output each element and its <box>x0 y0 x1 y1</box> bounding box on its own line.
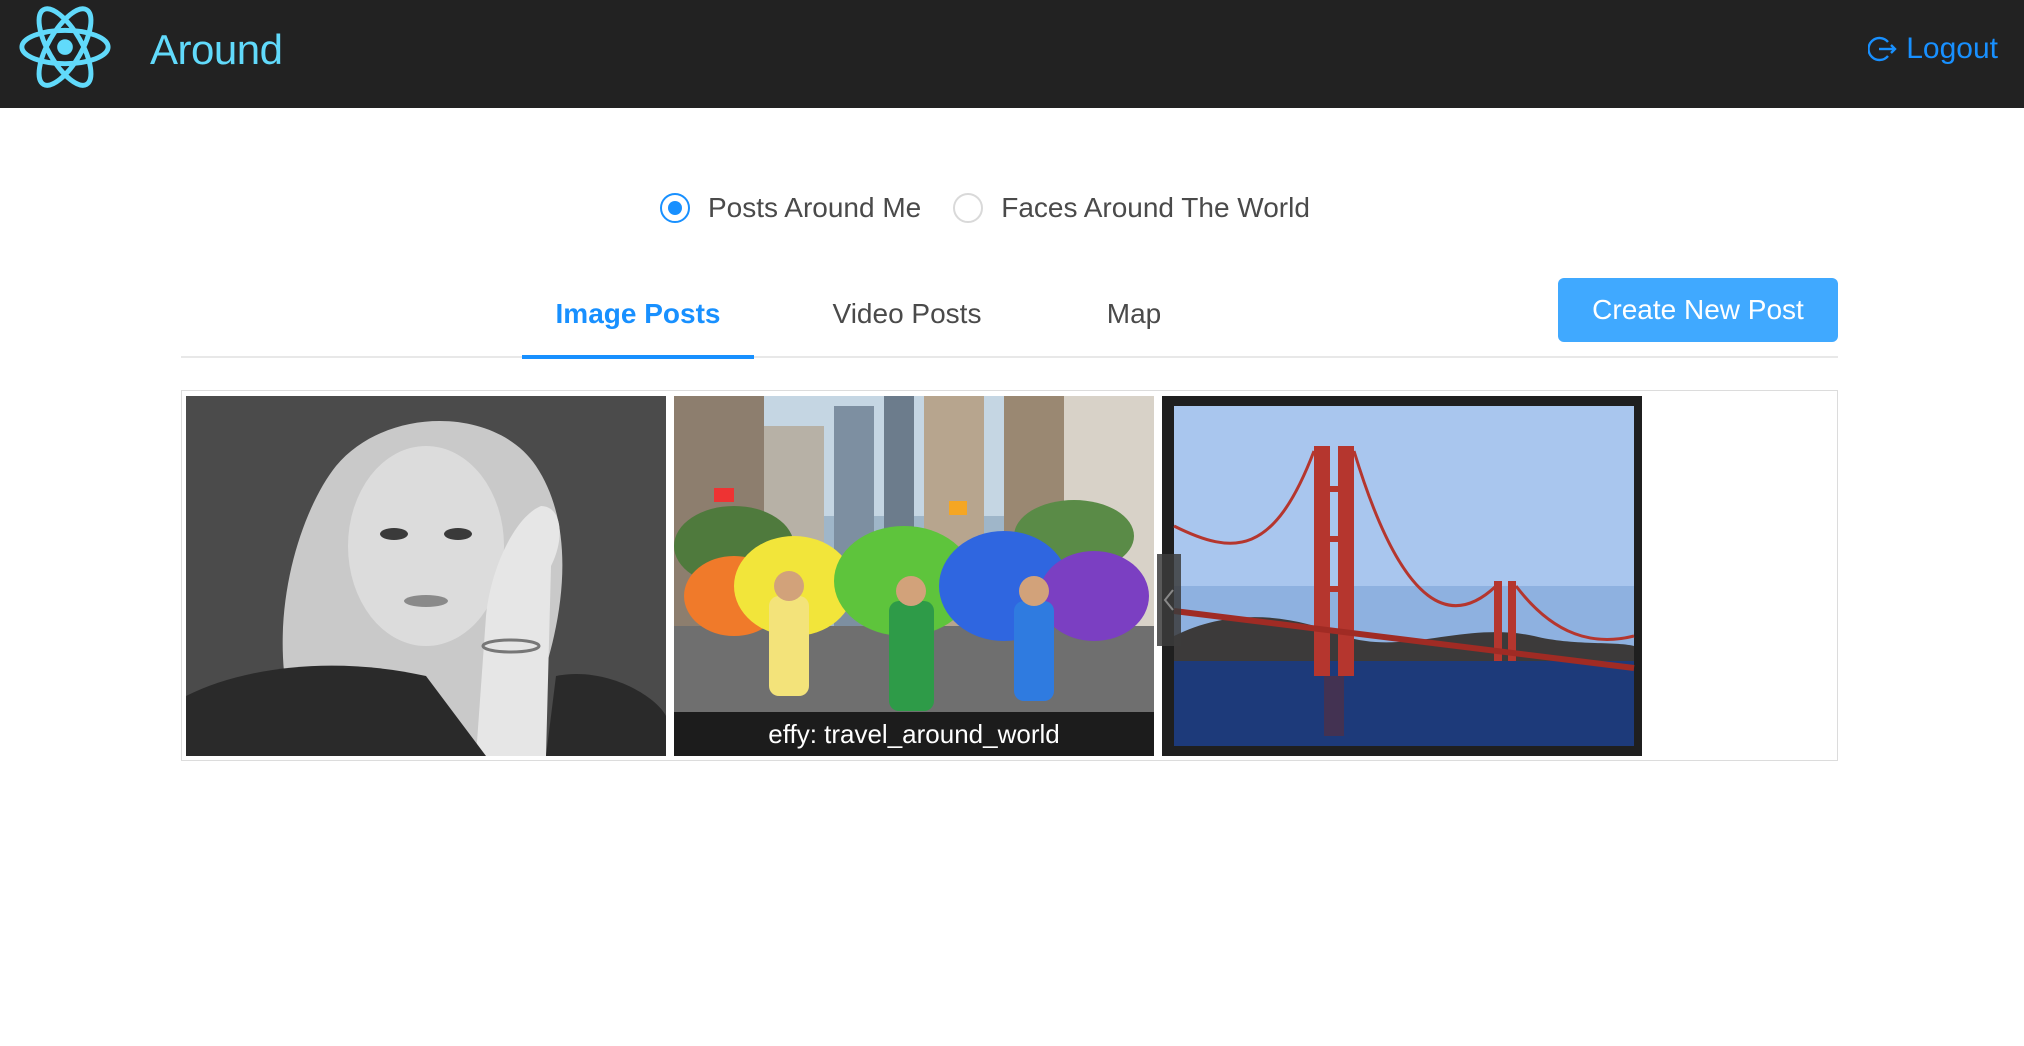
create-new-post-button[interactable]: Create New Post <box>1558 278 1838 342</box>
portrait-image <box>186 396 666 756</box>
logout-label: Logout <box>1906 32 1998 65</box>
gallery-image-golden-gate-bridge[interactable] <box>1162 396 1642 756</box>
radio-label-posts-around-me: Posts Around Me <box>708 192 922 223</box>
radio-label-faces-around-the-world: Faces Around The World <box>1001 192 1310 223</box>
post-type-tabs: Image Posts Video Posts Map Create New P… <box>181 278 1838 359</box>
react-atom-icon <box>19 6 111 88</box>
radio-faces-around-the-world[interactable]: Faces Around The World <box>953 192 1310 224</box>
logout-icon <box>1868 36 1897 62</box>
tab-image-posts[interactable]: Image Posts <box>553 298 723 358</box>
gallery-image-portrait[interactable] <box>186 396 666 756</box>
radio-checked-icon[interactable] <box>660 193 690 223</box>
active-tab-indicator <box>522 355 754 359</box>
tab-map[interactable]: Map <box>1099 298 1169 358</box>
logout-link[interactable]: Logout <box>1868 32 1998 66</box>
top-header: Around Logout <box>0 0 2024 108</box>
image-caption: effy: travel_around_world <box>674 712 1154 756</box>
app-title: Around <box>150 26 283 73</box>
tab-video-posts[interactable]: Video Posts <box>827 298 987 358</box>
radio-unchecked-icon[interactable] <box>953 193 984 223</box>
chevron-left-icon <box>1163 589 1174 611</box>
image-gallery: effy: travel_around_world <box>181 390 1838 761</box>
gallery-image-parade[interactable]: effy: travel_around_world <box>674 396 1154 756</box>
bridge-image <box>1162 396 1642 756</box>
parade-image <box>674 396 1154 756</box>
radio-posts-around-me[interactable]: Posts Around Me <box>660 192 921 224</box>
gallery-prev-handle[interactable] <box>1157 554 1181 646</box>
post-filter-radio-group: Posts Around Me Faces Around The World <box>660 192 1342 224</box>
